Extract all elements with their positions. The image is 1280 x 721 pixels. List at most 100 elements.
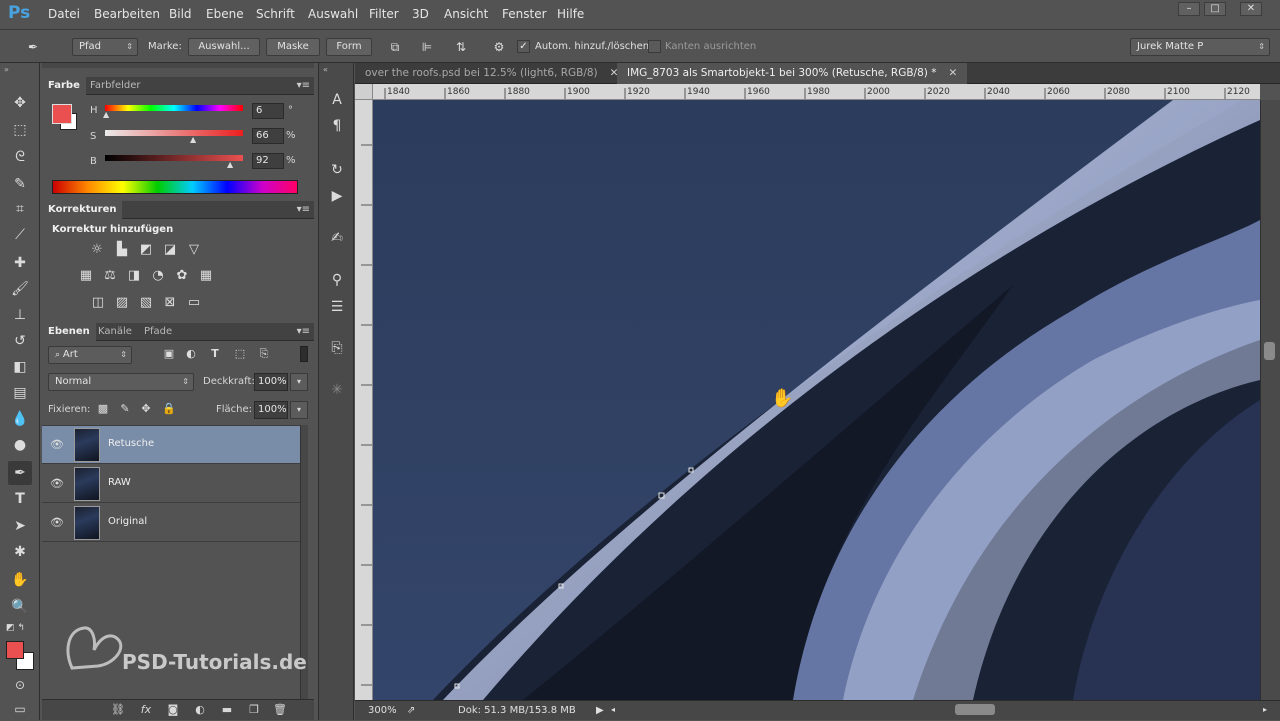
levels-icon[interactable]: ▙ xyxy=(113,242,131,258)
menu-hilfe[interactable]: Hilfe xyxy=(557,7,584,21)
align-edges-checkbox[interactable] xyxy=(648,40,661,53)
menu-auswahl[interactable]: Auswahl xyxy=(308,7,358,21)
zoom-level[interactable]: 300% xyxy=(368,705,397,716)
filter-toggle[interactable] xyxy=(300,346,308,362)
auto-add-delete-checkbox[interactable]: ✓ xyxy=(517,40,530,53)
fill-dropdown-arrow[interactable]: ▾ xyxy=(290,401,308,419)
eye-icon[interactable]: 👁 xyxy=(50,438,64,451)
filter-adjustment-icon[interactable]: ◐ xyxy=(182,346,200,362)
brightness-slider[interactable] xyxy=(105,155,243,161)
blend-mode-dropdown[interactable]: Normal ⇕ xyxy=(48,373,194,391)
brush-tool-icon[interactable]: 🖌 xyxy=(8,277,32,301)
eyedropper-tool-icon[interactable]: ⟋ xyxy=(8,223,32,247)
filter-type-icon[interactable]: T xyxy=(206,346,224,362)
adjustments-menu-icon[interactable]: ▾≡ xyxy=(297,204,310,215)
brightness-contrast-icon[interactable]: ☼ xyxy=(88,242,106,258)
layers-menu-icon[interactable]: ▾≡ xyxy=(297,326,310,337)
document-tab-img-8703[interactable]: IMG_8703 als Smartobjekt-1 bei 300% (Ret… xyxy=(617,63,968,84)
paragraph-panel-icon[interactable]: ¶ xyxy=(326,115,348,137)
tab-kanaele[interactable]: Kanäle xyxy=(92,323,138,341)
gear-icon[interactable]: ⚙ xyxy=(490,39,508,55)
add-mask-icon[interactable]: ◙ xyxy=(165,703,181,717)
tab-farbfelder[interactable]: Farbfelder xyxy=(84,77,146,95)
new-layer-icon[interactable]: ❐ xyxy=(246,703,262,717)
crop-tool-icon[interactable]: ⌗ xyxy=(8,197,32,221)
horizontal-ruler[interactable]: 1840 1860 1880 1900 1920 1940 1960 1980 … xyxy=(373,84,1260,100)
close-tab-icon[interactable]: ✕ xyxy=(948,67,957,79)
path-operations-icon[interactable]: ⧉ xyxy=(386,39,404,55)
dodge-tool-icon[interactable]: ● xyxy=(8,433,32,457)
brush-panel-icon[interactable]: ✳ xyxy=(326,379,348,401)
mask-button[interactable]: Maske xyxy=(266,38,320,56)
filter-shape-icon[interactable]: ⬚ xyxy=(231,346,249,362)
status-menu-arrow[interactable]: ▶ xyxy=(596,705,604,716)
link-layers-icon[interactable]: ⛓ xyxy=(110,703,126,717)
history-panel-icon[interactable]: ↻ xyxy=(326,159,348,181)
path-alignment-icon[interactable]: ⊫ xyxy=(418,39,436,55)
new-adjustment-icon[interactable]: ◐ xyxy=(192,703,208,717)
menu-filter[interactable]: Filter xyxy=(369,7,399,21)
export-icon[interactable]: ⇗ xyxy=(407,705,415,716)
layer-filter-dropdown[interactable]: ⌕ Art ⇕ xyxy=(48,346,132,364)
menu-bild[interactable]: Bild xyxy=(169,7,192,21)
layer-row-original[interactable]: 👁 Original xyxy=(42,504,300,542)
hand-tool-icon[interactable]: ✋ xyxy=(8,568,32,592)
screen-mode-icon[interactable]: ▭ xyxy=(8,697,32,721)
menu-schrift[interactable]: Schrift xyxy=(256,7,295,21)
fx-icon[interactable]: fx xyxy=(138,703,154,717)
vibrance-icon[interactable]: ▽ xyxy=(185,242,203,258)
move-tool-icon[interactable]: ✥ xyxy=(8,91,32,115)
scroll-left-arrow[interactable]: ◂ xyxy=(611,705,615,714)
layer-row-raw[interactable]: 👁 RAW xyxy=(42,465,300,503)
eraser-tool-icon[interactable]: ◧ xyxy=(8,355,32,379)
s-value[interactable]: 66 xyxy=(252,128,284,144)
image-canvas[interactable]: ✋ xyxy=(373,100,1260,700)
saturation-slider-handle[interactable]: ▲ xyxy=(190,135,196,144)
gradient-tool-icon[interactable]: ▤ xyxy=(8,381,32,405)
lock-position-icon[interactable]: ✥ xyxy=(137,401,155,417)
filter-pixel-icon[interactable]: ▣ xyxy=(160,346,178,362)
properties-panel-icon[interactable]: ☰ xyxy=(326,296,348,318)
photo-filter-icon[interactable]: ◔ xyxy=(149,268,167,284)
workspace-dropdown[interactable]: Jurek Matte P ⇕ xyxy=(1130,38,1270,56)
document-tab-over-the-roofs[interactable]: over the roofs.psd bei 12.5% (light6, RG… xyxy=(355,63,628,84)
lock-transparency-icon[interactable]: ▩ xyxy=(94,401,112,417)
horizontal-scroll-thumb[interactable] xyxy=(955,704,995,715)
tab-pfade[interactable]: Pfade xyxy=(138,323,178,341)
menu-bearbeiten[interactable]: Bearbeiten xyxy=(94,7,160,21)
b-value[interactable]: 92 xyxy=(252,153,284,169)
tab-farbe[interactable]: Farbe xyxy=(42,77,86,95)
tab-ebenen[interactable]: Ebenen xyxy=(42,323,96,341)
curves-icon[interactable]: ◩ xyxy=(137,242,155,258)
black-white-icon[interactable]: ◨ xyxy=(125,268,143,284)
character-panel-icon[interactable]: A xyxy=(326,89,348,111)
healing-brush-tool-icon[interactable]: ✚ xyxy=(8,251,32,275)
selective-color-icon[interactable]: ⊠ xyxy=(161,295,179,311)
brush-presets-icon[interactable]: ✍ xyxy=(326,227,348,249)
color-balance-icon[interactable]: ⚖ xyxy=(101,268,119,284)
menu-ansicht[interactable]: Ansicht xyxy=(444,7,488,21)
path-arrangement-icon[interactable]: ⇅ xyxy=(452,39,470,55)
marquee-tool-icon[interactable]: ⬚ xyxy=(8,118,32,142)
history-brush-tool-icon[interactable]: ↺ xyxy=(8,329,32,353)
vertical-scroll-thumb[interactable] xyxy=(1264,342,1275,360)
filter-smart-object-icon[interactable]: ⎘ xyxy=(255,346,273,362)
brightness-slider-handle[interactable]: ▲ xyxy=(227,160,233,169)
pen-tool-preset-icon[interactable]: ✒ xyxy=(24,39,42,55)
actions-panel-icon[interactable]: ▶ xyxy=(326,185,348,207)
menu-datei[interactable]: Datei xyxy=(48,7,80,21)
lock-pixels-icon[interactable]: ✎ xyxy=(116,401,134,417)
tool-presets-icon[interactable]: ⚲ xyxy=(326,269,348,291)
eye-icon[interactable]: 👁 xyxy=(50,516,64,529)
panel-menu-icon[interactable]: ▾≡ xyxy=(297,80,310,91)
toolbar-collapse-icon[interactable]: » xyxy=(4,65,9,74)
menu-3d[interactable]: 3D xyxy=(412,7,429,21)
clone-stamp-tool-icon[interactable]: ⊥ xyxy=(8,303,32,327)
default-colors-icon[interactable]: ◩ ↰ xyxy=(6,623,25,633)
posterize-icon[interactable]: ▨ xyxy=(113,295,131,311)
opacity-value[interactable]: 100% xyxy=(254,373,288,391)
hue-slider[interactable] xyxy=(105,105,243,111)
color-lookup-icon[interactable]: ▦ xyxy=(197,268,215,284)
menu-ebene[interactable]: Ebene xyxy=(206,7,244,21)
hue-saturation-icon[interactable]: ▦ xyxy=(77,268,95,284)
